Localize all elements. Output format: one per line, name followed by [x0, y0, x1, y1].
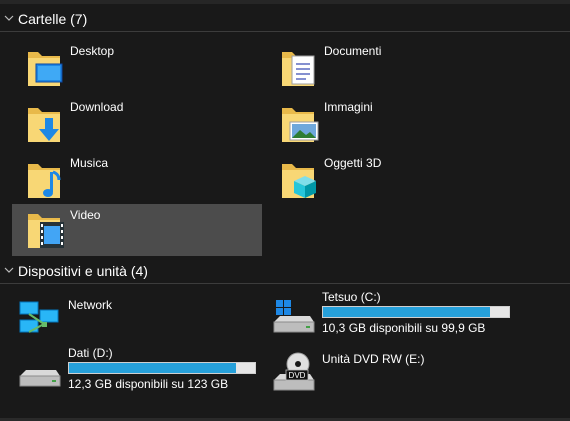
- folder-label: Desktop: [70, 44, 115, 58]
- download-folder-icon: [28, 108, 60, 142]
- drive-usage-fill: [69, 363, 237, 373]
- device-network[interactable]: Network: [10, 296, 270, 348]
- device-drive-c[interactable]: Tetsuo (C:) 10,3 GB disponibili su 99,9 …: [264, 290, 524, 342]
- desktop-folder-icon: [28, 52, 63, 86]
- system-drive-icon: [273, 300, 315, 333]
- folder-label: Documenti: [324, 44, 382, 58]
- music-folder-icon: [28, 164, 61, 198]
- folder-label: Oggetti 3D: [324, 156, 382, 170]
- pictures-folder-icon: [282, 108, 319, 142]
- folder-label: Musica: [70, 156, 109, 170]
- video-folder-icon: [28, 214, 64, 248]
- folder-video[interactable]: Video: [12, 204, 262, 256]
- group-divider: [0, 283, 570, 284]
- group-header-folders[interactable]: Cartelle (7): [0, 8, 570, 32]
- folder-musica[interactable]: Musica: [12, 152, 262, 206]
- device-label: Dati (D:): [68, 346, 113, 360]
- dvd-icon-text: DVD: [289, 371, 306, 380]
- chevron-down-icon[interactable]: [4, 265, 14, 275]
- folder-documenti[interactable]: Documenti: [266, 40, 516, 94]
- drive-free-space: 10,3 GB disponibili su 99,9 GB: [322, 321, 486, 335]
- folder-desktop[interactable]: Desktop: [12, 40, 262, 94]
- drive-usage-bar: [68, 362, 256, 374]
- documents-folder-icon: [282, 52, 315, 86]
- folder-label: Video: [70, 208, 101, 222]
- device-label: Network: [68, 298, 113, 312]
- group-title-folders: Cartelle (7): [18, 11, 88, 27]
- drive-usage-bar: [322, 306, 510, 318]
- folder-download[interactable]: Download: [12, 96, 262, 150]
- device-label: Tetsuo (C:): [322, 290, 381, 304]
- group-header-devices[interactable]: Dispositivi e unità (4): [0, 260, 570, 284]
- drive-icon: [19, 370, 61, 387]
- drive-free-space: 12,3 GB disponibili su 123 GB: [68, 377, 229, 391]
- folder-label: Download: [70, 100, 124, 114]
- group-title-devices: Dispositivi e unità (4): [18, 263, 148, 279]
- 3d-objects-folder-icon: [282, 164, 316, 198]
- folder-label: Immagini: [324, 100, 373, 114]
- folder-oggetti-3d[interactable]: Oggetti 3D: [266, 152, 516, 206]
- group-divider: [0, 31, 570, 32]
- network-icon: [19, 301, 59, 333]
- dvd-drive-icon: DVD: [273, 352, 315, 391]
- device-dvd-drive[interactable]: DVD Unità DVD RW (E:): [264, 346, 524, 398]
- chevron-down-icon[interactable]: [4, 13, 14, 23]
- top-divider: [0, 0, 570, 4]
- device-drive-d[interactable]: Dati (D:) 12,3 GB disponibili su 123 GB: [10, 346, 270, 398]
- drive-usage-fill: [323, 307, 490, 317]
- folder-immagini[interactable]: Immagini: [266, 96, 516, 150]
- device-label: Unità DVD RW (E:): [322, 352, 425, 366]
